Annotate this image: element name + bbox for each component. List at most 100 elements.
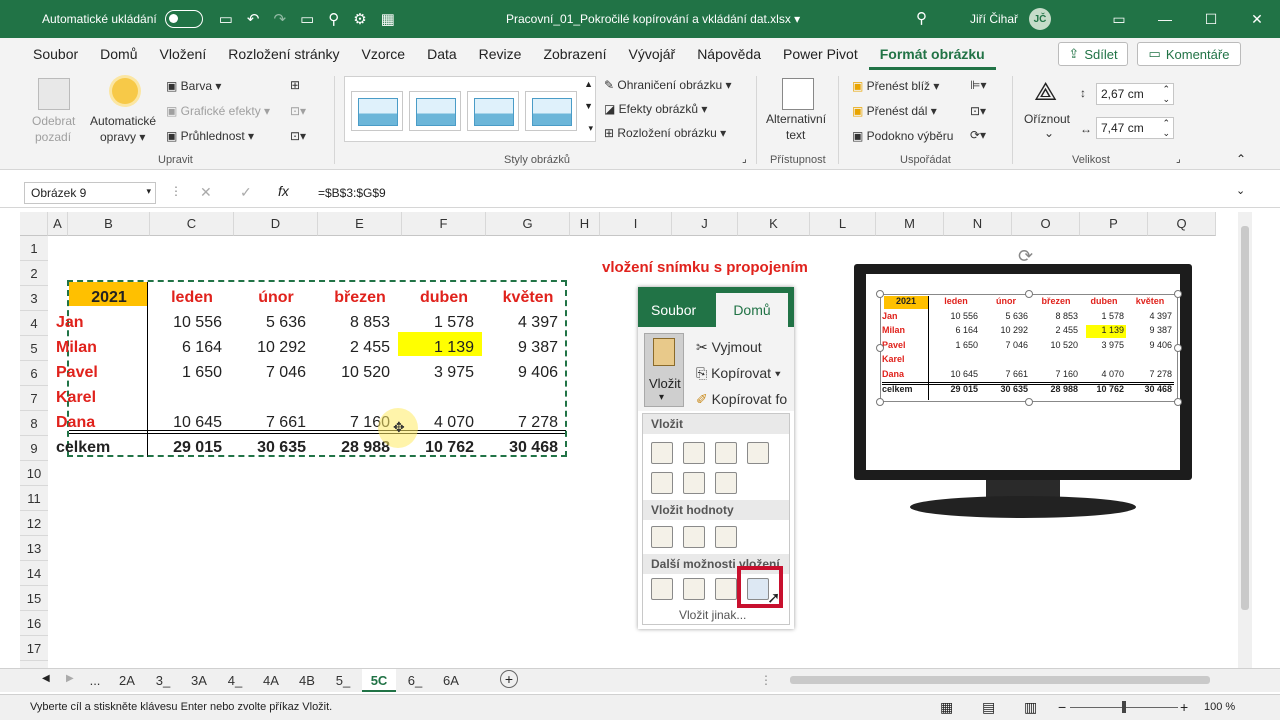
scroll-prev-sheet-icon[interactable]: ◀: [42, 673, 50, 684]
column-header-D[interactable]: D: [234, 212, 318, 236]
paste-values-icon[interactable]: [651, 526, 673, 548]
name-cell[interactable]: Karel: [56, 389, 96, 407]
column-header-N[interactable]: N: [944, 212, 1012, 236]
sheet-tab-7[interactable]: 5_: [326, 669, 360, 692]
row-header-9[interactable]: 9: [20, 436, 48, 461]
sheet-tab-5[interactable]: 4A: [254, 669, 288, 692]
month-header-cell[interactable]: leden: [150, 289, 234, 307]
row-header-11[interactable]: 11: [20, 486, 48, 511]
value-cell[interactable]: 1 139: [402, 339, 474, 357]
row-header-6[interactable]: 6: [20, 361, 48, 386]
new-icon[interactable]: ▭: [300, 10, 314, 28]
row-header-14[interactable]: 14: [20, 561, 48, 586]
value-cell[interactable]: 1 650: [150, 364, 222, 382]
horizontal-scrollbar[interactable]: [776, 673, 1236, 687]
paste-transpose-icon[interactable]: [715, 472, 737, 494]
size-dialog-launcher-icon[interactable]: ⌟: [1176, 154, 1181, 165]
sheet-tab-3[interactable]: 3A: [182, 669, 216, 692]
remove-bg-label-2[interactable]: pozadí: [35, 130, 71, 144]
tab-1[interactable]: Domů: [89, 38, 148, 70]
tab-split-handle[interactable]: ⋮: [760, 673, 772, 687]
gear-icon[interactable]: ⚙: [353, 10, 366, 28]
row-header-13[interactable]: 13: [20, 536, 48, 561]
popup-tab-file[interactable]: Soubor: [651, 302, 696, 318]
search-icon[interactable]: ⚲: [916, 9, 927, 27]
color-button[interactable]: ▣ Barva ▾: [166, 79, 221, 93]
height-input[interactable]: 2,67 cm ⌃ ⌄: [1096, 83, 1174, 105]
name-cell[interactable]: Pavel: [56, 364, 98, 382]
paste-formatting-icon[interactable]: [651, 578, 673, 600]
formula-input[interactable]: =$B$3:$G$9: [318, 186, 386, 200]
value-cell[interactable]: 6 164: [150, 339, 222, 357]
paste-icon[interactable]: [651, 442, 673, 464]
avatar[interactable]: JČ: [1029, 8, 1051, 30]
minimize-icon[interactable]: —: [1142, 0, 1188, 38]
row-header-1[interactable]: 1: [20, 236, 48, 261]
value-cell[interactable]: 3 975: [402, 364, 474, 382]
value-cell[interactable]: 10 520: [318, 364, 390, 382]
picture-layout-button[interactable]: ⊞ Rozložení obrázku ▾: [604, 126, 726, 140]
value-cell[interactable]: 9 406: [486, 364, 558, 382]
dialog-launcher-icon[interactable]: ⌟: [742, 154, 747, 165]
selection-pane-button[interactable]: ▣ Podokno výběru: [852, 129, 953, 143]
sheet-tab-10[interactable]: 6A: [434, 669, 468, 692]
table-icon[interactable]: ▦: [381, 10, 395, 28]
row-header-3[interactable]: 3: [20, 286, 48, 311]
scroll-next-sheet-icon[interactable]: ▶: [66, 673, 74, 684]
cut-button[interactable]: ✂ Vyjmout: [696, 339, 762, 356]
gallery-more-icon[interactable]: ▾: [588, 123, 593, 134]
paste-no-borders-icon[interactable]: [651, 472, 673, 494]
sheet-tab-8[interactable]: 5C: [362, 669, 396, 692]
column-header-A[interactable]: A: [48, 212, 68, 236]
column-header-O[interactable]: O: [1012, 212, 1080, 236]
resize-handle-tr[interactable]: [1174, 290, 1182, 298]
crop-dropdown-icon[interactable]: ⌄: [1044, 126, 1054, 140]
compress-icon[interactable]: ⊞: [290, 78, 300, 92]
column-header-C[interactable]: C: [150, 212, 234, 236]
add-sheet-icon[interactable]: +: [500, 670, 518, 688]
column-header-Q[interactable]: Q: [1148, 212, 1216, 236]
bring-forward-button[interactable]: ▣ Přenést blíž ▾: [852, 79, 939, 93]
zoom-icon[interactable]: ⚲: [328, 10, 339, 28]
name-cell[interactable]: Milan: [56, 339, 97, 357]
paste-keep-source-format-icon[interactable]: [747, 442, 769, 464]
zoom-slider-thumb[interactable]: [1122, 701, 1126, 713]
resize-handle-b[interactable]: [1025, 398, 1033, 406]
column-header-K[interactable]: K: [738, 212, 810, 236]
column-header-B[interactable]: B: [68, 212, 150, 236]
send-backward-button[interactable]: ▣ Přenést dál ▾: [852, 104, 937, 118]
zoom-in-icon[interactable]: +: [1180, 699, 1188, 715]
row-header-8[interactable]: 8: [20, 411, 48, 436]
comments-button[interactable]: ▭ Komentáře: [1137, 42, 1241, 66]
total-value-cell[interactable]: 29 015: [150, 439, 222, 457]
value-cell[interactable]: 1 578: [402, 314, 474, 332]
total-value-cell[interactable]: 30 468: [486, 439, 558, 457]
row-header-5[interactable]: 5: [20, 336, 48, 361]
change-picture-icon[interactable]: ⊡▾: [290, 104, 306, 118]
reset-picture-icon[interactable]: ⊡▾: [290, 129, 306, 143]
month-header-cell[interactable]: duben: [402, 289, 486, 307]
picture-border-button[interactable]: ✎ Ohraničení obrázku ▾: [604, 78, 731, 92]
value-cell[interactable]: 8 853: [318, 314, 390, 332]
page-break-view-icon[interactable]: ▥: [1024, 699, 1037, 716]
enter-icon[interactable]: ✓: [240, 184, 252, 201]
value-cell[interactable]: 7 046: [234, 364, 306, 382]
year-cell[interactable]: 2021: [68, 289, 150, 307]
alt-text-label-1[interactable]: Alternativní: [766, 112, 826, 126]
row-header-16[interactable]: 16: [20, 611, 48, 636]
sheet-tab-9[interactable]: 6_: [398, 669, 432, 692]
column-header-F[interactable]: F: [402, 212, 486, 236]
picture-style-4[interactable]: [525, 91, 577, 131]
column-header-H[interactable]: H: [570, 212, 600, 236]
paste-values-number-format-icon[interactable]: [683, 526, 705, 548]
column-header-J[interactable]: J: [672, 212, 738, 236]
paste-big-button[interactable]: Vložit ▾: [644, 333, 684, 407]
rotate-icon[interactable]: ⟳▾: [970, 128, 986, 142]
value-cell[interactable]: 5 636: [234, 314, 306, 332]
row-header-15[interactable]: 15: [20, 586, 48, 611]
vertical-scrollbar[interactable]: [1238, 212, 1252, 668]
sheet-tab-1[interactable]: 2A: [110, 669, 144, 692]
column-header-I[interactable]: I: [600, 212, 672, 236]
maximize-icon[interactable]: ☐: [1188, 0, 1234, 38]
name-box[interactable]: Obrázek 9 ▾: [24, 182, 156, 204]
